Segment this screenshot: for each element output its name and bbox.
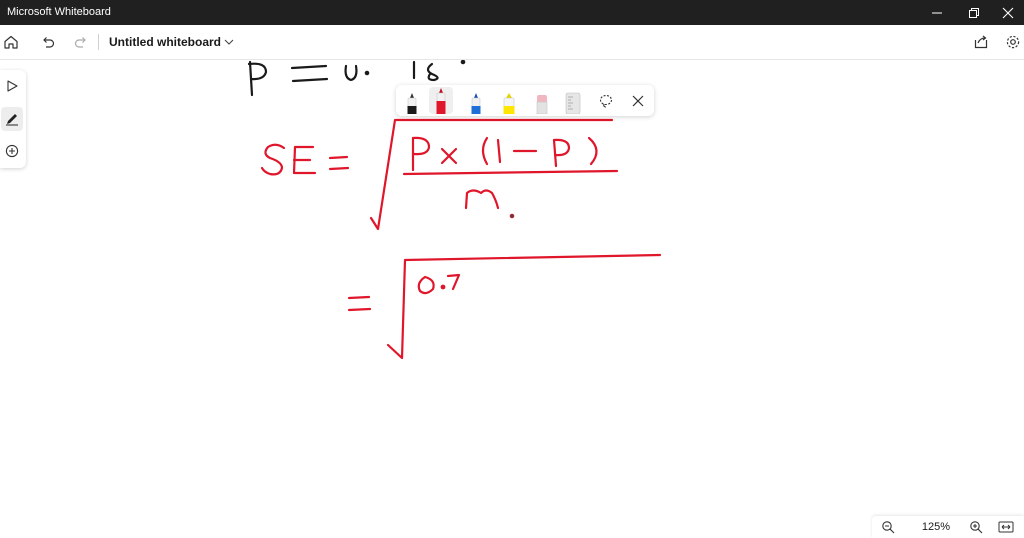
settings-button[interactable]: [1003, 32, 1023, 52]
black-pen-button[interactable]: [400, 87, 424, 114]
zoom-out-button[interactable]: [878, 518, 898, 536]
zoom-level: 125%: [921, 521, 951, 533]
toolbar-separator: [98, 34, 99, 50]
tool-rail: [0, 70, 26, 168]
select-arrow-icon: [7, 80, 18, 92]
pen-icon: [6, 114, 18, 126]
blue-pen-icon: [471, 93, 481, 114]
zoom-out-icon: [882, 521, 895, 534]
ruler-icon: [565, 92, 581, 114]
fit-to-screen-button[interactable]: [996, 518, 1016, 536]
red-pen-icon: [436, 88, 446, 114]
red-ink-strokes: [260, 118, 662, 360]
home-button[interactable]: [1, 32, 21, 52]
window-title: Microsoft Whiteboard: [7, 6, 111, 18]
restore-icon: [969, 7, 979, 18]
add-icon: [5, 144, 19, 158]
minimize-icon: [932, 12, 942, 13]
title-bar: Microsoft Whiteboard: [0, 0, 1024, 25]
app-toolbar: Untitled whiteboard: [0, 25, 1024, 60]
lasso-select-button[interactable]: [594, 87, 618, 114]
whiteboard-canvas[interactable]: [0, 60, 1024, 538]
redo-icon: [74, 37, 86, 48]
lasso-icon: [599, 94, 613, 108]
ink-tool-button[interactable]: [1, 107, 23, 131]
restore-button[interactable]: [956, 0, 992, 25]
close-icon: [632, 95, 644, 106]
document-title[interactable]: Untitled whiteboard: [109, 35, 221, 49]
share-button[interactable]: [971, 32, 991, 52]
undo-button[interactable]: [38, 32, 58, 52]
redo-button[interactable]: [71, 32, 91, 52]
zoom-controls: 125%: [872, 516, 1024, 538]
ruler-button[interactable]: [561, 87, 585, 114]
black-pen-icon: [407, 93, 417, 114]
yellow-highlighter-button[interactable]: [497, 87, 521, 114]
document-menu-button[interactable]: [219, 32, 239, 52]
settings-icon: [1006, 35, 1020, 49]
eraser-button[interactable]: [530, 87, 554, 114]
blue-pen-button[interactable]: [464, 87, 488, 114]
add-content-button[interactable]: [1, 139, 23, 163]
close-icon: [1002, 7, 1014, 18]
home-icon: [4, 35, 18, 49]
zoom-in-icon: [970, 521, 983, 534]
pen-tray: [396, 85, 654, 116]
close-tray-button[interactable]: [626, 87, 650, 114]
undo-icon: [43, 37, 55, 48]
minimize-button[interactable]: [919, 0, 955, 25]
select-tool-button[interactable]: [1, 74, 23, 98]
yellow-highlighter-icon: [503, 93, 515, 114]
zoom-in-button[interactable]: [966, 518, 986, 536]
fit-to-screen-icon: [998, 521, 1014, 533]
red-pen-button[interactable]: [429, 87, 453, 114]
eraser-icon: [536, 95, 548, 114]
chevron-down-icon: [224, 39, 234, 45]
share-icon: [974, 35, 988, 49]
close-window-button[interactable]: [990, 0, 1024, 25]
